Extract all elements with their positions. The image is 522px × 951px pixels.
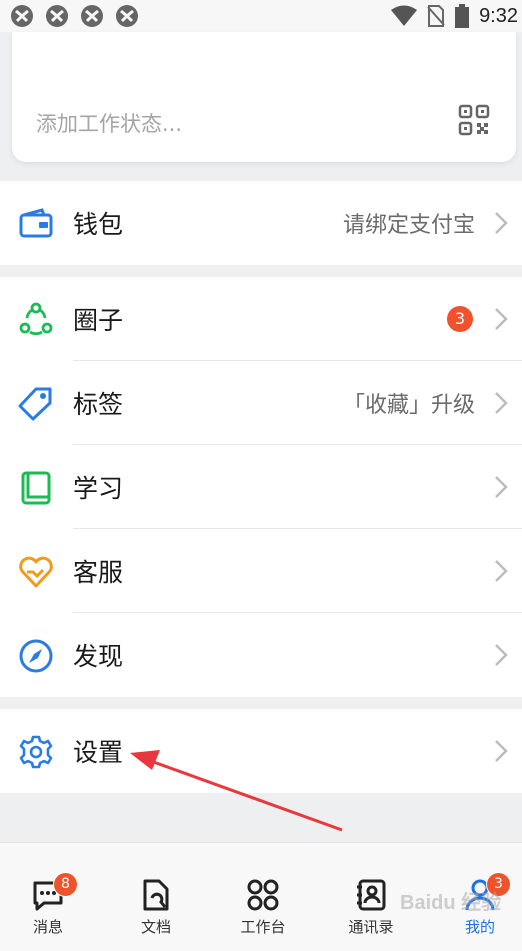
wallet-section: 钱包 请绑定支付宝 bbox=[0, 181, 522, 265]
settings-section: 设置 bbox=[0, 709, 522, 793]
circle-group-icon bbox=[19, 302, 53, 336]
tab-label: 通讯录 bbox=[348, 918, 394, 936]
app-notification-icon bbox=[11, 5, 33, 27]
wifi-icon bbox=[391, 5, 418, 26]
wallet-label: 钱包 bbox=[73, 210, 124, 239]
gear-icon bbox=[19, 735, 53, 769]
tab-documents[interactable]: 文档 bbox=[116, 878, 196, 942]
app-notification-icon bbox=[46, 5, 68, 27]
wallet-value: 请绑定支付宝 bbox=[342, 213, 475, 238]
no-sim-icon bbox=[427, 5, 445, 27]
wallet-icon bbox=[19, 208, 53, 238]
tab-label: 消息 bbox=[32, 918, 63, 936]
book-icon bbox=[21, 471, 51, 505]
chevron-right-icon bbox=[495, 308, 508, 330]
customer-service-heart-icon bbox=[19, 556, 53, 588]
tag-icon bbox=[18, 387, 52, 421]
chevron-right-icon bbox=[495, 392, 508, 414]
menu-item-label: 标签 bbox=[73, 390, 124, 419]
qr-code-icon[interactable] bbox=[458, 104, 490, 136]
tab-label: 工作台 bbox=[240, 918, 286, 936]
chevron-right-icon bbox=[495, 476, 508, 498]
menu-item-tags[interactable]: 标签 「收藏」升级 bbox=[0, 361, 522, 445]
menu-section: 圈子 3 标签 「收藏」升级 学习 客服 发现 bbox=[0, 277, 522, 697]
settings-row[interactable]: 设置 bbox=[0, 709, 522, 793]
battery-icon bbox=[455, 4, 470, 28]
app-notification-icon bbox=[81, 5, 103, 27]
profile-card: 添加工作状态... bbox=[12, 32, 516, 162]
menu-item-value: 「收藏」升级 bbox=[342, 393, 475, 418]
notification-badge: 8 bbox=[53, 872, 78, 897]
menu-item-label: 圈子 bbox=[73, 306, 124, 335]
document-icon bbox=[143, 879, 169, 911]
menu-item-learning[interactable]: 学习 bbox=[0, 445, 522, 529]
menu-item-circle[interactable]: 圈子 3 bbox=[0, 277, 522, 361]
work-status-input[interactable]: 添加工作状态... bbox=[36, 108, 182, 138]
menu-item-discover[interactable]: 发现 bbox=[0, 613, 522, 697]
menu-item-label: 发现 bbox=[73, 642, 124, 671]
chevron-right-icon bbox=[495, 560, 508, 582]
app-notification-icon bbox=[116, 5, 138, 27]
tab-label: 我的 bbox=[464, 918, 495, 936]
tab-workbench[interactable]: 工作台 bbox=[223, 878, 303, 942]
tab-label: 文档 bbox=[140, 918, 171, 936]
settings-label: 设置 bbox=[73, 738, 124, 767]
menu-item-label: 客服 bbox=[73, 558, 124, 587]
menu-item-customer-service[interactable]: 客服 bbox=[0, 529, 522, 613]
watermark: Baidu 经验 bbox=[400, 892, 502, 914]
workbench-icon bbox=[247, 879, 279, 911]
tab-contacts[interactable]: 通讯录 bbox=[331, 878, 411, 942]
contacts-icon bbox=[357, 879, 386, 911]
tab-messages[interactable]: 消息 8 bbox=[8, 872, 88, 942]
chevron-right-icon bbox=[495, 740, 508, 762]
wallet-row[interactable]: 钱包 请绑定支付宝 bbox=[0, 181, 522, 265]
notification-badge: 3 bbox=[447, 306, 473, 332]
compass-icon bbox=[19, 639, 53, 673]
clock: 9:32 bbox=[479, 4, 518, 27]
menu-item-label: 学习 bbox=[73, 474, 124, 503]
chevron-right-icon bbox=[495, 212, 508, 234]
chevron-right-icon bbox=[495, 644, 508, 666]
status-bar: 9:32 bbox=[0, 0, 522, 32]
notification-icons bbox=[10, 4, 139, 28]
